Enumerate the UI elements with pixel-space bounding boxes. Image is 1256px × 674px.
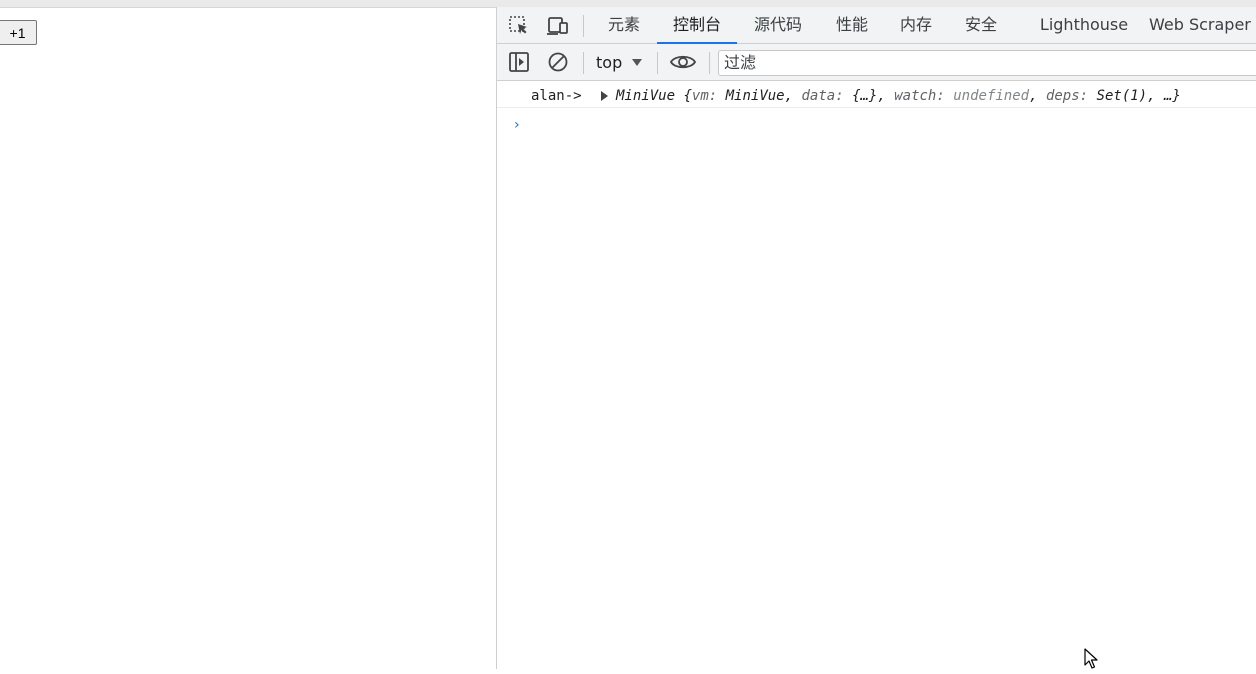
separator: , xyxy=(1147,88,1164,104)
mouse-cursor-icon xyxy=(1084,648,1100,670)
toolbar-separator xyxy=(583,52,584,74)
separator: , xyxy=(1029,88,1046,104)
clear-console-icon[interactable] xyxy=(546,51,570,73)
separator: , xyxy=(877,88,895,104)
inspect-element-icon[interactable] xyxy=(507,15,531,37)
value-deps: Set(1) xyxy=(1096,88,1148,104)
eye-icon[interactable] xyxy=(669,51,697,73)
devtools-tabbar: 元素 控制台 源代码 性能 内存 安全 Lighthouse Web Scrap… xyxy=(497,7,1256,44)
tab-memory[interactable]: 内存 xyxy=(887,7,945,43)
object-name: MiniVue xyxy=(616,88,676,104)
key-vm: vm: xyxy=(691,88,726,104)
sidebar-toggle-icon[interactable] xyxy=(507,51,531,73)
console-prompt-icon[interactable]: › xyxy=(514,117,520,133)
console-filter-input[interactable]: 过滤 xyxy=(718,50,1256,76)
value-vm: MiniVue xyxy=(725,88,785,104)
tab-sources[interactable]: 源代码 xyxy=(741,7,815,43)
tab-web-scraper[interactable]: Web Scraper xyxy=(1149,7,1256,43)
increment-button[interactable]: +1 xyxy=(0,20,37,45)
toolbar-separator xyxy=(657,52,658,74)
dropdown-caret-icon xyxy=(632,59,643,66)
console-toolbar: top 过滤 xyxy=(497,44,1256,81)
device-toolbar-icon[interactable] xyxy=(546,15,570,37)
expand-triangle-icon[interactable] xyxy=(601,91,608,101)
key-watch: watch: xyxy=(894,88,954,104)
tab-console[interactable]: 控制台 xyxy=(657,7,737,44)
tab-performance[interactable]: 性能 xyxy=(823,7,881,43)
toolbar-separator xyxy=(709,52,710,74)
object-tail: …} xyxy=(1163,88,1181,104)
key-deps: deps: xyxy=(1045,88,1097,104)
tab-lighthouse[interactable]: Lighthouse xyxy=(1031,7,1137,43)
console-log-row: alan-> MiniVue {vm: MiniVue, data: {…}, … xyxy=(497,84,1256,108)
tab-elements[interactable]: 元素 xyxy=(595,7,653,43)
value-watch: undefined xyxy=(953,88,1030,104)
console-output: alan-> MiniVue {vm: MiniVue, data: {…}, … xyxy=(497,81,1256,669)
object-open: { xyxy=(683,88,692,104)
log-prefix-text: alan-> xyxy=(531,88,582,104)
separator: , xyxy=(784,88,802,104)
key-data: data: xyxy=(801,88,853,104)
log-object-preview[interactable]: MiniVue {vm: MiniVue, data: {…}, watch: … xyxy=(616,84,1181,108)
context-label: top xyxy=(596,53,623,72)
page-viewport: +1 xyxy=(0,8,496,669)
context-selector[interactable]: top xyxy=(596,51,643,75)
devtools-panel: 元素 控制台 源代码 性能 内存 安全 Lighthouse Web Scrap… xyxy=(496,7,1256,669)
tab-security[interactable]: 安全 xyxy=(952,7,1010,43)
value-data: {…} xyxy=(852,88,878,104)
toolbar-separator xyxy=(583,15,584,37)
